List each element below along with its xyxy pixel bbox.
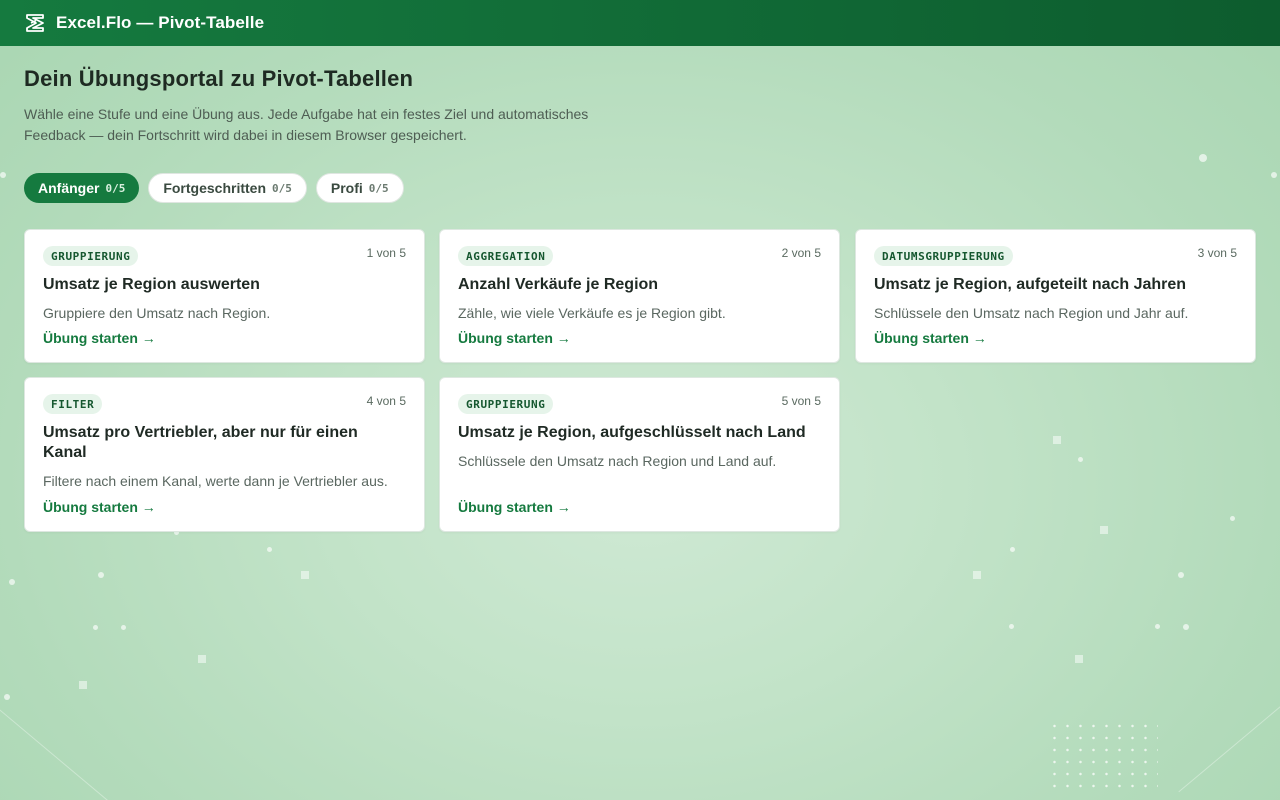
exercise-title: Umsatz pro Vertriebler, aber nur für ein… (43, 424, 358, 461)
tab-anfaenger[interactable]: Anfänger 0/5 (24, 173, 140, 203)
exercise-counter: 3 von 5 (1197, 246, 1237, 260)
category-badge: GRUPPIERUNG (43, 246, 139, 266)
exercise-counter: 5 von 5 (781, 394, 821, 408)
start-exercise-link[interactable]: Übung starten → (458, 330, 571, 346)
exercise-title: Umsatz je Region, aufgeteilt nach Jahren (874, 276, 1187, 293)
tab-progress-count: 0/5 (272, 181, 292, 195)
page-description: Wähle eine Stufe und eine Übung aus. Jed… (24, 106, 589, 143)
exercise-card-3: DATUMSGRUPPIERUNG 3 von 5 Umsatz je Regi… (855, 229, 1256, 363)
tab-label: Fortgeschritten (163, 180, 267, 196)
start-exercise-link[interactable]: Übung starten → (874, 330, 987, 346)
exercise-title: Umsatz je Region auswerten (43, 276, 260, 293)
exercise-counter: 4 von 5 (366, 394, 406, 408)
exercise-card-5: GRUPPIERUNG 5 von 5 Umsatz je Region, au… (439, 377, 840, 532)
start-exercise-link[interactable]: Übung starten → (458, 499, 571, 515)
tab-fortgeschritten[interactable]: Fortgeschritten 0/5 (148, 173, 307, 203)
exercise-title: Umsatz je Region, aufgeschlüsselt nach L… (458, 424, 806, 441)
top-bar: Excel.Flo — Pivot-Tabelle (0, 0, 1280, 46)
exercise-description: Schlüssele den Umsatz nach Region und La… (458, 453, 777, 469)
exercise-card-1: GRUPPIERUNG 1 von 5 Umsatz je Region aus… (24, 229, 425, 363)
category-badge: FILTER (43, 394, 103, 414)
page-title: Dein Übungsportal zu Pivot-Tabellen (24, 66, 414, 91)
exercise-counter: 2 von 5 (781, 246, 821, 260)
exercise-title: Anzahl Verkäufe je Region (458, 276, 659, 293)
exercise-description: Schlüssele den Umsatz nach Region und Ja… (874, 305, 1189, 321)
exercise-counter: 1 von 5 (366, 246, 406, 260)
tab-profi[interactable]: Profi 0/5 (315, 173, 404, 203)
start-exercise-link[interactable]: Übung starten → (43, 499, 156, 515)
leaf-logo-icon (26, 14, 44, 32)
app-title: Excel.Flo — Pivot-Tabelle (56, 13, 265, 32)
exercise-card-4: FILTER 4 von 5 Umsatz pro Vertriebler, a… (24, 377, 425, 532)
tab-progress-count: 0/5 (368, 181, 389, 195)
exercise-card-2: AGGREGATION 2 von 5 Anzahl Verkäufe je R… (439, 229, 840, 363)
start-exercise-link[interactable]: Übung starten → (43, 330, 156, 346)
category-badge: DATUMSGRUPPIERUNG (874, 246, 1013, 266)
tab-label: Profi (330, 180, 363, 196)
category-badge: AGGREGATION (458, 246, 554, 266)
category-badge: GRUPPIERUNG (458, 394, 554, 414)
level-tabs: Anfänger 0/5 Fortgeschritten 0/5 Profi 0… (24, 173, 404, 203)
exercise-description: Gruppiere den Umsatz nach Region. (43, 305, 271, 321)
exercise-description: Zähle, wie viele Verkäufe es je Region g… (458, 305, 726, 321)
intro-section: Dein Übungsportal zu Pivot-Tabellen Wähl… (24, 66, 664, 146)
exercise-description: Filtere nach einem Kanal, werte dann je … (43, 473, 388, 489)
tab-progress-count: 0/5 (105, 181, 126, 195)
tab-label: Anfänger (38, 180, 100, 196)
